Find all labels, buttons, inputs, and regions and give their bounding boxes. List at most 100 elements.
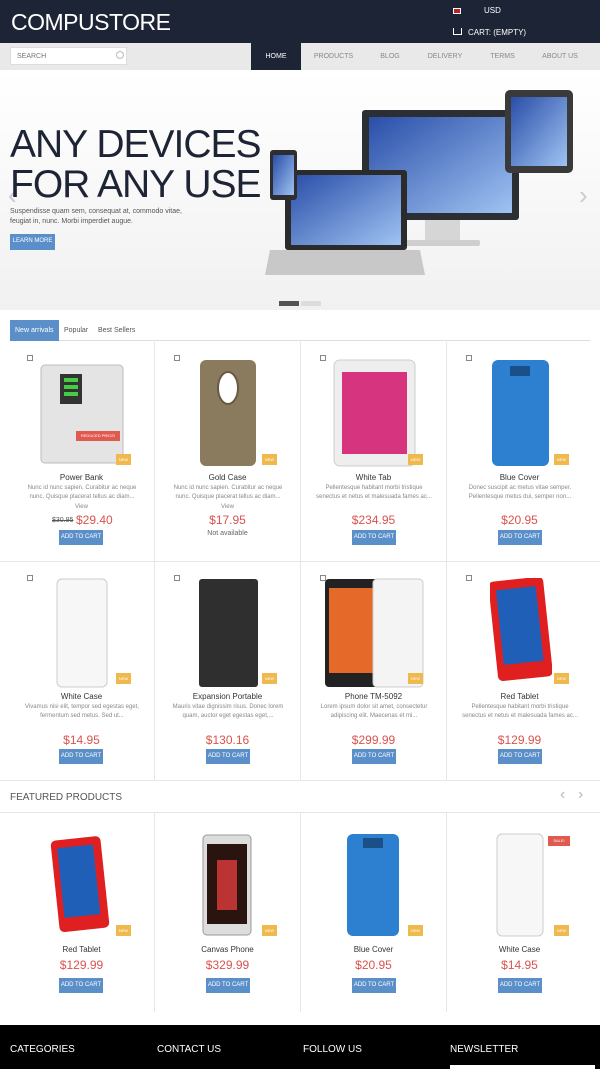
new-badge: NEW — [408, 925, 423, 936]
new-badge: NEW — [116, 925, 131, 936]
product-name[interactable]: Canvas Phone — [155, 945, 300, 954]
grid-divider — [300, 812, 301, 1012]
product-image[interactable] — [323, 578, 426, 688]
reduced-price-badge: REDUCED PRICE! — [76, 431, 120, 441]
footer-newsletter: NEWSLETTER — [450, 1044, 519, 1055]
add-to-cart-button[interactable]: ADD TO CART — [498, 978, 542, 993]
product-image[interactable] — [55, 578, 110, 688]
devices-image — [265, 90, 573, 275]
new-badge: NEW — [262, 454, 277, 465]
compare-checkbox[interactable] — [27, 575, 33, 581]
product-desc: Donec suscipit ac metus vitae semper. Pe… — [468, 485, 572, 500]
product-desc: Mauris vitae dignissim risus. Donec lore… — [172, 704, 284, 719]
product-price: $20.95 — [501, 513, 538, 527]
grid-divider — [0, 780, 600, 781]
product-price: $129.99 — [59, 958, 104, 972]
compare-checkbox[interactable] — [27, 355, 33, 361]
tab-popular[interactable]: Popular — [59, 320, 93, 341]
nav-about-us[interactable]: ABOUT US — [535, 43, 585, 70]
nav-blog[interactable]: BLOG — [370, 43, 410, 70]
new-badge: NEW — [408, 673, 423, 684]
product-image[interactable] — [488, 358, 553, 468]
product-name[interactable]: Blue Cover — [301, 945, 446, 954]
sale-badge: SALE! — [548, 836, 570, 846]
product-name[interactable]: Gold Case — [155, 473, 300, 482]
currency-selector[interactable]: USD — [484, 6, 501, 15]
new-badge: NEW — [262, 673, 277, 684]
product-name[interactable]: Blue Cover — [447, 473, 592, 482]
cart-icon[interactable] — [453, 28, 462, 35]
compare-checkbox[interactable] — [174, 575, 180, 581]
nav-products[interactable]: PRODUCTS — [306, 43, 361, 70]
compare-checkbox[interactable] — [174, 355, 180, 361]
availability-status: Not available — [207, 530, 248, 537]
product-image[interactable] — [38, 360, 126, 465]
add-to-cart-button[interactable]: ADD TO CART — [59, 978, 103, 993]
product-image[interactable] — [173, 830, 281, 940]
add-to-cart-button[interactable]: ADD TO CART — [59, 749, 103, 764]
new-badge: NEW — [554, 925, 569, 936]
product-desc: Pellentesque habitant morbi tristique se… — [462, 704, 578, 719]
product-image[interactable] — [319, 830, 427, 940]
new-badge: NEW — [554, 673, 569, 684]
product-image[interactable] — [196, 578, 261, 688]
search-icon[interactable] — [116, 51, 124, 59]
product-name[interactable]: Expansion Portable — [155, 692, 300, 701]
us-flag-icon[interactable] — [453, 8, 461, 14]
product-price: $14.95 — [501, 958, 538, 972]
product-name[interactable]: Red Tablet — [447, 692, 592, 701]
chevron-left-icon[interactable]: ‹ — [560, 786, 565, 804]
learn-more-button[interactable]: LEARN MORE — [10, 234, 55, 250]
add-to-cart-button[interactable]: ADD TO CART — [498, 530, 542, 545]
new-badge: NEW — [116, 454, 131, 465]
product-desc: Nunc id nunc sapien. Curabitur ac neque … — [173, 485, 283, 500]
nav-terms[interactable]: TERMS — [480, 43, 525, 70]
hero-title: ANY DEVICES FOR ANY USE — [10, 123, 262, 206]
add-to-cart-button[interactable]: ADD TO CART — [59, 530, 103, 545]
footer-follow-us: FOLLOW US — [303, 1044, 362, 1055]
product-price: $130.16 — [205, 733, 250, 747]
view-link[interactable]: View — [155, 503, 300, 512]
new-badge: NEW — [262, 925, 277, 936]
product-price: $17.95 — [209, 513, 246, 527]
add-to-cart-button[interactable]: ADD TO CART — [498, 749, 542, 764]
grid-divider — [446, 812, 447, 1012]
compare-checkbox[interactable] — [466, 575, 472, 581]
footer-categories: CATEGORIES — [10, 1044, 75, 1055]
newsletter-input[interactable] — [450, 1065, 595, 1069]
product-image[interactable] — [27, 830, 135, 940]
product-name[interactable]: Power Bank — [0, 473, 163, 482]
slider-dot-1[interactable] — [279, 301, 299, 306]
product-name[interactable]: White Case — [447, 945, 592, 954]
add-to-cart-button[interactable]: ADD TO CART — [352, 749, 396, 764]
nav-home[interactable]: HOME — [251, 43, 301, 70]
product-price: $299.99 — [351, 733, 396, 747]
new-badge: NEW — [116, 673, 131, 684]
cart-link[interactable]: CART: (EMPTY) — [468, 28, 526, 37]
product-name[interactable]: White Case — [0, 692, 163, 701]
nav-delivery[interactable]: DELIVERY — [420, 43, 470, 70]
product-image[interactable] — [465, 830, 573, 940]
new-badge: NEW — [408, 454, 423, 465]
product-image[interactable] — [332, 358, 417, 468]
product-price: $129.99 — [497, 733, 542, 747]
chevron-right-icon[interactable]: › — [578, 786, 583, 804]
view-link[interactable]: View — [0, 503, 163, 512]
search-input[interactable] — [10, 47, 127, 65]
tab-best-sellers[interactable]: Best Sellers — [93, 320, 140, 341]
product-price: $20.95 — [355, 958, 392, 972]
product-image[interactable] — [490, 578, 552, 683]
add-to-cart-button[interactable]: ADD TO CART — [206, 978, 250, 993]
add-to-cart-button[interactable]: ADD TO CART — [352, 978, 396, 993]
product-name[interactable]: Red Tablet — [0, 945, 163, 954]
compare-checkbox[interactable] — [320, 355, 326, 361]
product-image[interactable] — [195, 358, 260, 468]
store-logo[interactable]: COMPUSTORE — [11, 9, 171, 36]
add-to-cart-button[interactable]: ADD TO CART — [206, 749, 250, 764]
slider-dot-2[interactable] — [301, 301, 321, 306]
add-to-cart-button[interactable]: ADD TO CART — [352, 530, 396, 545]
product-name[interactable]: White Tab — [301, 473, 446, 482]
product-name[interactable]: Phone TM-5092 — [301, 692, 446, 701]
compare-checkbox[interactable] — [466, 355, 472, 361]
tab-new-arrivals[interactable]: New arrivals — [10, 320, 59, 341]
